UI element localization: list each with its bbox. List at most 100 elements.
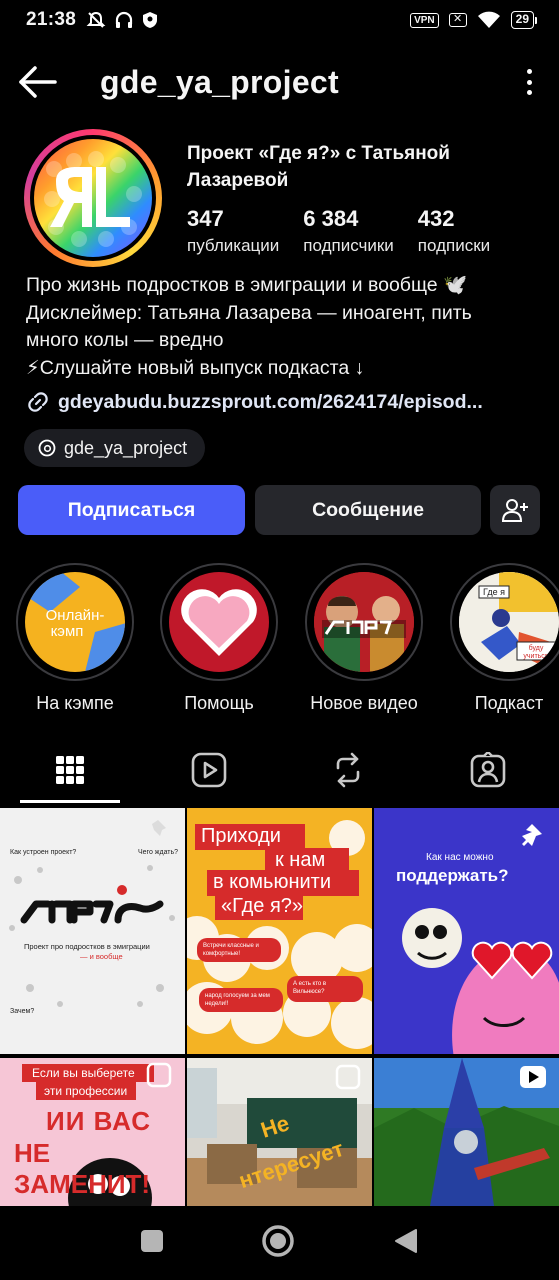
page-title: gde_ya_project bbox=[100, 64, 339, 100]
post-text: НЕ ЗАМЕНИТ! bbox=[14, 1138, 151, 1199]
highlight-label: Новое видео bbox=[310, 693, 418, 713]
post-pin-icon bbox=[152, 820, 166, 836]
threads-handle: gde_ya_project bbox=[64, 437, 188, 458]
grid-post[interactable] bbox=[374, 1058, 559, 1206]
post-text: Зачем? bbox=[10, 1008, 35, 1015]
profile-tabs bbox=[0, 740, 559, 804]
new-video-cover bbox=[314, 572, 414, 672]
avatar[interactable] bbox=[24, 129, 162, 267]
stat-posts[interactable]: 347 публикации bbox=[187, 205, 279, 259]
system-nav-bar bbox=[0, 1206, 559, 1280]
more-options-icon[interactable] bbox=[523, 66, 535, 98]
post-text: народ голосуем за мем недели!! bbox=[205, 993, 270, 1007]
svg-text:буду: буду bbox=[529, 644, 544, 652]
post-text: Если вы выберете bbox=[32, 1066, 135, 1080]
heart-icon bbox=[181, 589, 257, 656]
tab-posts[interactable] bbox=[20, 740, 120, 800]
battery-level: 29 bbox=[510, 11, 534, 29]
vpn-icon: VPN bbox=[410, 12, 439, 28]
post-text: в комьюнити bbox=[213, 871, 331, 893]
bio-line: ⚡Слушайте новый выпуск подкаста ↓ bbox=[26, 356, 365, 379]
svg-text:учиться: учиться bbox=[523, 653, 548, 660]
post-text: — и вообще bbox=[80, 952, 123, 961]
profile-link-text: gdeyabudu.buzzsprout.com/2624174/episod.… bbox=[58, 390, 483, 413]
ya-logo-icon bbox=[44, 151, 142, 247]
home-button[interactable] bbox=[261, 1224, 295, 1258]
grid-post[interactable]: Приходи к нам в комьюнити «Где я?» Встре… bbox=[187, 808, 372, 1054]
status-bar: 21:38 VPN ✕ 29 bbox=[0, 0, 559, 40]
post-text: Встречи классные и комфортные! bbox=[203, 943, 259, 957]
highlight-podcast[interactable]: Где я буду учиться Подкаст bbox=[450, 563, 559, 714]
battery-icon: 29 bbox=[510, 11, 537, 29]
post-text: «Где я?» bbox=[221, 895, 304, 917]
grid-post[interactable]: Как устроен проект? Чего ждать? Проект п… bbox=[0, 808, 185, 1054]
reels-icon bbox=[191, 752, 227, 788]
grid-icon bbox=[56, 756, 84, 784]
highlight-label: На кэмпе bbox=[36, 693, 114, 713]
stat-followers-label: подписчики bbox=[303, 236, 394, 255]
stat-posts-value: 347 bbox=[187, 206, 224, 231]
post-text: к нам bbox=[275, 849, 326, 871]
stat-followers[interactable]: 6 384 подписчики bbox=[303, 205, 394, 259]
bio-line: Дисклеймер: Татьяна Лазарева — иноагент,… bbox=[26, 301, 472, 324]
post-text: Приходи bbox=[201, 825, 281, 847]
profile-stats: 347 публикации 6 384 подписчики 432 подп… bbox=[187, 205, 514, 259]
posts-grid: Как устроен проект? Чего ждать? Проект п… bbox=[0, 808, 559, 1206]
mute-icon bbox=[86, 11, 106, 28]
post-text: эти профессии bbox=[44, 1084, 128, 1098]
post-text: ИИ ВАС bbox=[46, 1106, 151, 1136]
link-icon bbox=[28, 392, 48, 412]
post-text: Как устроен проект? bbox=[10, 849, 77, 856]
profile-full-name: Проект «Где я?» с Татьяной Лазаревой bbox=[187, 143, 450, 191]
svg-text:кэмп: кэмп bbox=[51, 623, 84, 640]
shield-icon bbox=[143, 12, 158, 28]
stat-following-label: подписки bbox=[417, 236, 491, 255]
message-button[interactable]: Сообщение bbox=[255, 485, 481, 535]
podcast-cover-text: Где я bbox=[483, 587, 505, 597]
no-sim-icon: ✕ bbox=[448, 13, 467, 27]
recent-apps-button[interactable] bbox=[139, 1228, 165, 1254]
highlight-label: Подкаст bbox=[474, 693, 544, 713]
post-text: А есть кто в Вильнюсе? bbox=[293, 981, 327, 995]
repost-icon bbox=[336, 752, 360, 788]
bio-line: Про жизнь подростков в эмиграции и вообщ… bbox=[26, 274, 468, 296]
active-tab-indicator bbox=[20, 800, 120, 803]
stat-posts-label: публикации bbox=[187, 236, 280, 255]
grid-post[interactable]: Если вы выберете эти профессии ИИ ВАС НЕ… bbox=[0, 1058, 185, 1206]
follow-button[interactable]: Подписаться bbox=[18, 485, 245, 535]
profile-link[interactable]: gdeyabudu.buzzsprout.com/2624174/episod.… bbox=[26, 390, 483, 414]
status-time: 21:38 bbox=[26, 9, 77, 30]
profile-header: gde_ya_project bbox=[0, 52, 559, 112]
back-button[interactable] bbox=[394, 1228, 418, 1254]
threads-badge[interactable]: gde_ya_project bbox=[24, 429, 206, 467]
grid-post[interactable]: Как нас можно поддержать? bbox=[374, 808, 559, 1054]
tab-tagged[interactable] bbox=[438, 740, 538, 800]
back-arrow-icon[interactable] bbox=[18, 65, 58, 99]
post-text: Проект про подростков в эмиграции bbox=[24, 942, 150, 951]
add-user-icon bbox=[501, 499, 528, 522]
highlight-label: Помощь bbox=[184, 693, 254, 713]
tab-reels[interactable] bbox=[159, 740, 259, 800]
tagged-icon bbox=[470, 752, 506, 788]
stat-following[interactable]: 432 подписки bbox=[418, 205, 490, 259]
highlight-help[interactable]: Помощь bbox=[160, 563, 278, 714]
pinned-icon bbox=[522, 824, 542, 846]
stat-followers-value: 6 384 bbox=[303, 206, 359, 231]
tab-reposts[interactable] bbox=[298, 740, 398, 800]
post-text: Чего ждать? bbox=[138, 849, 179, 856]
grid-post[interactable]: Не нтересует bbox=[187, 1058, 372, 1206]
suggest-users-button[interactable] bbox=[490, 485, 540, 535]
stat-following-value: 432 bbox=[417, 206, 455, 231]
camp-cover-text: Онлайн- bbox=[46, 607, 105, 624]
bio-line: много колы — вредно bbox=[26, 329, 224, 351]
headphones-icon bbox=[116, 11, 133, 28]
profile-bio: Про жизнь подростков в эмиграции и вообщ… bbox=[26, 272, 546, 382]
wifi-icon bbox=[477, 11, 500, 28]
highlight-camp[interactable]: Онлайн- кэмп На кэмпе bbox=[16, 563, 134, 714]
podcast-cover: Где я буду учиться bbox=[459, 572, 559, 672]
highlight-new-video[interactable]: Новое видео bbox=[305, 563, 423, 714]
post-text: поддержать? bbox=[396, 866, 509, 885]
post-text: Как нас можно bbox=[426, 852, 494, 863]
camp-cover: Онлайн- кэмп bbox=[25, 572, 125, 672]
threads-icon bbox=[38, 439, 56, 457]
